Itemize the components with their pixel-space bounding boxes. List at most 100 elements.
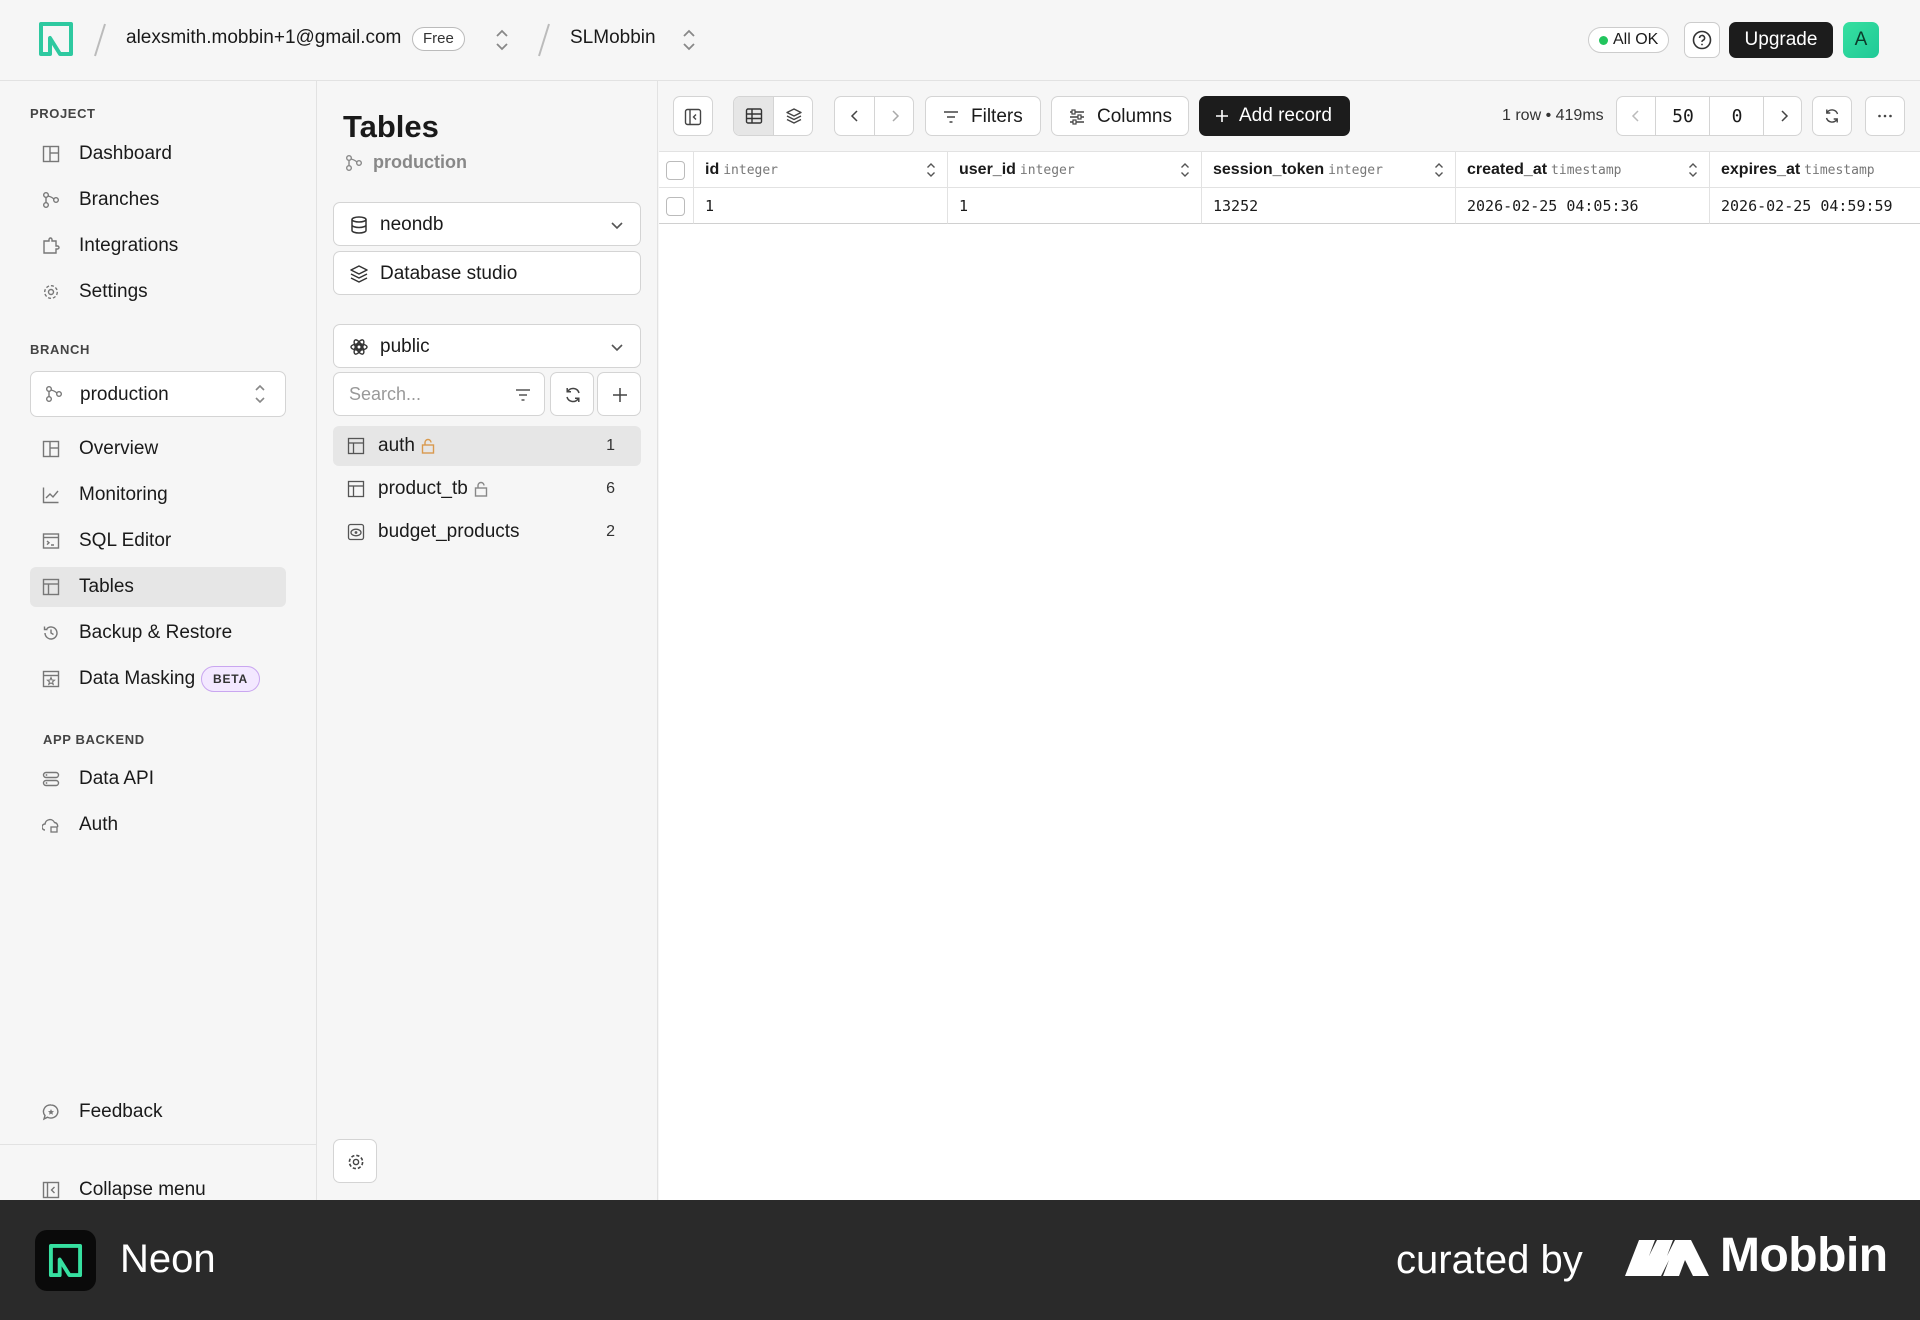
refresh-tables-button[interactable] [550,372,594,416]
structure-view-button[interactable] [774,97,812,135]
sidebar-item-data-masking[interactable]: Data Masking BETA [30,659,286,699]
sidebar-item-branches[interactable]: Branches [30,180,286,220]
table-icon [347,480,365,498]
grid-view-button[interactable] [734,97,774,135]
offset-input[interactable]: 0 [1709,97,1763,135]
column-header[interactable]: user_id integer [948,152,1202,188]
page-title: Tables [343,109,439,144]
database-selector[interactable]: neondb [333,202,641,246]
branch-selector[interactable]: production [30,371,286,417]
column-header[interactable]: session_token integer [1202,152,1456,188]
layers-icon [786,108,802,124]
footer-banner: Neon curated by Mobbin [0,1200,1920,1320]
schema-selector[interactable]: public [333,324,641,368]
table-cell[interactable]: 2026-02-25 04:59:59 [1710,188,1920,224]
project-switcher-chevrons-icon[interactable] [681,27,697,53]
row-count: 1 [606,437,615,454]
cell-value: 1 [705,197,715,215]
unlock-icon [474,481,487,497]
sidebar-item-settings[interactable]: Settings [30,272,286,312]
account-switcher-chevrons-icon[interactable] [494,27,510,53]
columns-button[interactable]: Columns [1051,96,1189,136]
refresh-icon [566,387,580,403]
sidebar-item-monitoring[interactable]: Monitoring [30,475,286,515]
sort-icon[interactable] [1433,161,1445,179]
column-header[interactable]: expires_at timestamp [1710,152,1920,188]
chevrons-updown-icon [255,384,265,404]
sidebar-item-overview[interactable]: Overview [30,429,286,469]
table-list-item[interactable]: auth 1 [333,426,641,466]
select-all-checkbox[interactable] [666,161,685,180]
sidebar-item-tables[interactable]: Tables [30,567,286,607]
table-cell[interactable]: 13252 [1202,188,1456,224]
sidebar-item-dashboard[interactable]: Dashboard [30,134,286,174]
previous-record-button[interactable] [835,97,875,135]
branches-icon [346,155,362,171]
status-badge[interactable]: All OK [1588,27,1670,53]
avatar[interactable]: A [1843,22,1879,58]
project-name[interactable]: SLMobbin [570,27,656,49]
table-list-item[interactable]: product_tb 6 [333,469,641,509]
mobbin-mark-icon [1625,1240,1709,1276]
column-title: id [705,161,720,178]
row-select-cell [659,188,694,224]
column-header[interactable]: created_at timestamp [1456,152,1710,188]
sidebar-item-label: Monitoring [79,484,168,505]
section-label-project: PROJECT [30,106,96,121]
chevron-left-icon [1631,110,1639,122]
filters-button[interactable]: Filters [925,96,1041,136]
record-navigation [834,96,914,136]
sort-icon[interactable] [1179,161,1191,179]
table-cell[interactable]: 2026-02-25 04:05:36 [1456,188,1710,224]
data-view: Filters Columns Add record 1 row • 419ms… [659,81,1920,1200]
search-input[interactable] [334,373,504,415]
section-label-branch: BRANCH [30,342,90,357]
sort-icon[interactable] [925,161,937,179]
sidebar-item-backup-restore[interactable]: Backup & Restore [30,613,286,653]
page-size-input[interactable]: 50 [1655,97,1709,135]
add-record-button[interactable]: Add record [1199,96,1350,136]
neon-logo-icon[interactable] [38,21,74,57]
row-checkbox[interactable] [666,197,685,216]
feedback-button[interactable]: Feedback [30,1092,286,1132]
prev-page-button[interactable] [1617,97,1655,135]
select-all-header [659,152,694,188]
filter-icon[interactable] [514,386,532,404]
account-email[interactable]: alexsmith.mobbin+1@gmail.com [126,27,401,49]
column-header[interactable]: id integer [694,152,948,188]
column-title: user_id [959,161,1016,178]
add-table-button[interactable] [597,372,641,416]
column-type: timestamp [1804,163,1875,178]
add-record-label: Add record [1239,105,1332,126]
sidebar-item-label: Settings [79,281,148,302]
cell-value: 1 [959,197,969,215]
table-list-item[interactable]: budget_products 2 [333,512,641,552]
chevron-left-icon [850,110,858,122]
sliders-icon [1070,109,1084,125]
sidebar-item-label: Branches [79,189,160,210]
separator-slash-icon [538,23,550,57]
sort-icon[interactable] [1687,161,1699,179]
branch-selector-value: production [80,384,169,405]
refresh-data-button[interactable] [1812,96,1852,136]
api-icon [42,771,60,787]
database-studio-button[interactable]: Database studio [333,251,641,295]
table-cell[interactable]: 1 [948,188,1202,224]
sidebar-item-auth[interactable]: Auth [30,805,286,845]
toggle-sidebar-button[interactable] [673,96,713,136]
next-page-button[interactable] [1763,97,1801,135]
panel-settings-button[interactable] [333,1139,377,1183]
sidebar-item-sql-editor[interactable]: SQL Editor [30,521,286,561]
sidebar-item-integrations[interactable]: Integrations [30,226,286,266]
more-options-button[interactable] [1865,96,1905,136]
table-icon [42,578,60,596]
help-button[interactable] [1684,22,1720,58]
column-title: created_at [1467,161,1548,178]
sidebar-item-data-api[interactable]: Data API [30,759,286,799]
collapse-menu-label: Collapse menu [79,1179,206,1200]
next-record-button[interactable] [875,97,913,135]
feedback-icon [42,1104,59,1121]
table-cell[interactable]: 1 [694,188,948,224]
upgrade-button[interactable]: Upgrade [1729,22,1833,58]
columns-label: Columns [1097,106,1172,127]
